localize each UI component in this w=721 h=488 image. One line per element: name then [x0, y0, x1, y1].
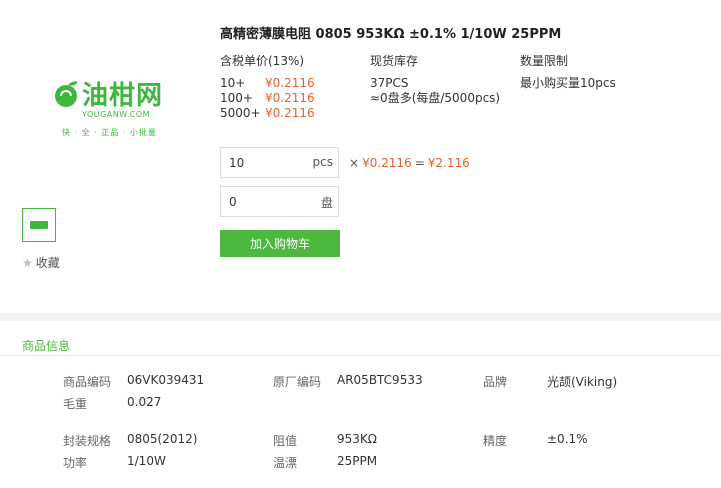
info-label: 商品编码 [63, 375, 112, 389]
logo-slogan: 快 · 全 · 正品 · 小批量 [62, 128, 157, 137]
info-value: AR05BTC9533 [337, 373, 423, 387]
equals-sign: = [414, 156, 425, 170]
logo-text: 油柑网 [82, 81, 164, 111]
product-title: 高精密薄膜电阻 0805 953KΩ ±0.1% 1/10W 25PPM [220, 27, 562, 42]
product-thumbnail[interactable] [22, 208, 56, 242]
info-value: 1/10W [127, 454, 166, 468]
info-value: 光颉(Viking) [547, 375, 618, 389]
price-calculation: × ¥0.2116 = ¥2.116 [346, 156, 470, 170]
info-value: 25PPM [337, 454, 378, 468]
price-tier: 100+ ¥0.2116 [220, 91, 315, 106]
tier-price: ¥0.2116 [265, 76, 315, 90]
info-value: ±0.1% [547, 432, 588, 446]
info-value: 06VK039431 [127, 373, 205, 387]
info-value: 0.027 [127, 395, 162, 409]
info-label: 品牌 [483, 375, 508, 389]
tier-qty: 10+ [220, 76, 246, 90]
info-label: 精度 [483, 434, 508, 448]
stock-reels: ≈0盘多(每盘/5000pcs) [370, 91, 501, 105]
info-value: 953KΩ [337, 432, 377, 446]
price-tier: 10+ ¥0.2116 [220, 76, 315, 91]
favorite-button[interactable]: ★ 收藏 [22, 254, 60, 271]
stock-info: 37PCS ≈0盘多(每盘/5000pcs) [370, 76, 500, 106]
price-tier: 5000+ ¥0.2116 [220, 106, 315, 121]
product-info-title: 商品信息 [22, 339, 71, 353]
info-value: 0805(2012) [127, 432, 198, 446]
price-header: 含税单价(13%) [220, 54, 305, 68]
pcs-quantity-box: pcs [220, 147, 339, 178]
info-label: 功率 [63, 456, 88, 470]
info-label: 封装规格 [63, 434, 112, 448]
orange-leaf-icon [55, 80, 78, 107]
minimum-order: 最小购买量10pcs [520, 76, 616, 90]
reel-unit: 盘 [320, 196, 333, 210]
multiply-sign: × [349, 156, 360, 170]
section-rule [0, 355, 721, 356]
favorite-label: 收藏 [35, 256, 60, 270]
reel-quantity-box: 盘 [220, 186, 339, 217]
tier-price: ¥0.2116 [265, 91, 315, 105]
limit-header: 数量限制 [520, 54, 569, 68]
tier-price: ¥0.2116 [265, 106, 315, 120]
tier-qty: 5000+ [220, 106, 261, 120]
add-to-cart-button[interactable]: 加入购物车 [220, 230, 340, 257]
price-tiers: 10+ ¥0.2116 100+ ¥0.2116 5000+ ¥0.2116 [220, 76, 315, 121]
info-label: 原厂编码 [273, 375, 322, 389]
shop-logo: 油柑网 YOUGANW.COM 快 · 全 · 正品 · 小批量 [52, 75, 167, 138]
tier-qty: 100+ [220, 91, 253, 105]
star-icon: ★ [22, 256, 33, 270]
info-label: 温漂 [273, 456, 298, 470]
thumbnail-logo-icon [30, 221, 48, 229]
info-label: 毛重 [63, 397, 88, 411]
stock-quantity: 37PCS [370, 76, 409, 90]
reel-quantity-input[interactable] [221, 187, 301, 216]
pcs-quantity-input[interactable] [221, 148, 301, 177]
unit-price: ¥0.2116 [362, 156, 412, 170]
total-price: ¥2.116 [427, 156, 470, 170]
info-label: 阻值 [273, 434, 298, 448]
pcs-unit: pcs [312, 155, 333, 169]
stock-header: 现货库存 [370, 54, 419, 68]
section-divider [0, 313, 721, 321]
